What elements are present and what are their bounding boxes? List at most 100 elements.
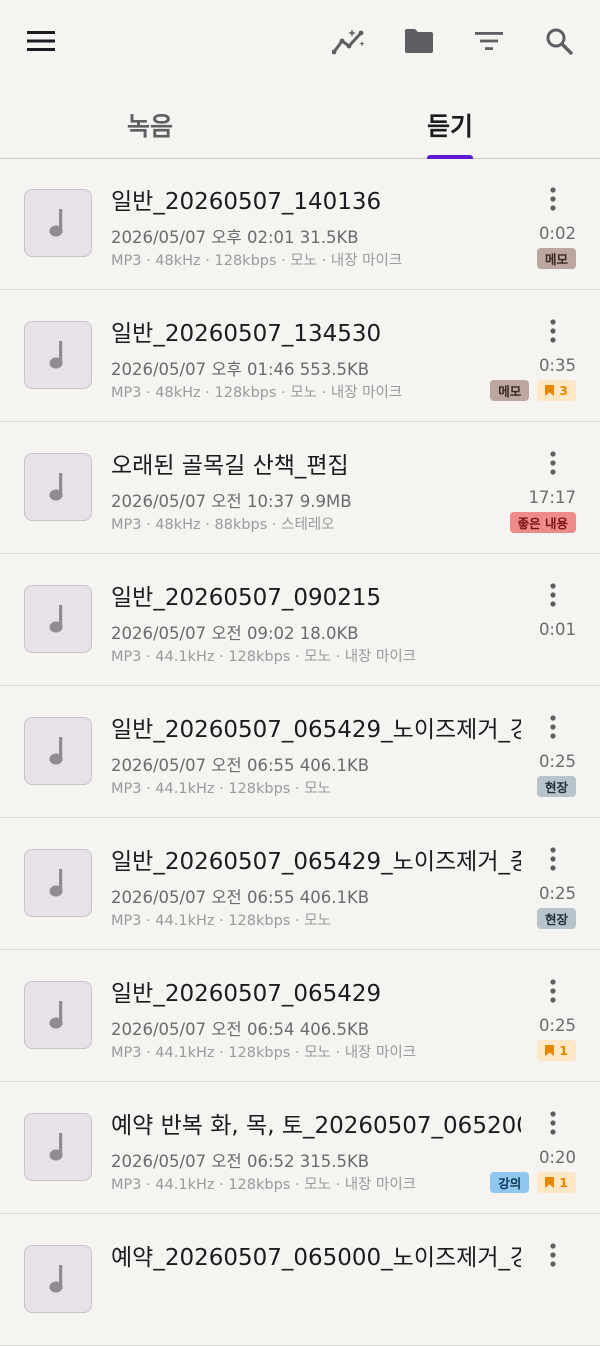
recording-title: 오래된 골목길 산책_편집 <box>111 453 349 479</box>
more-vert-icon <box>550 583 556 607</box>
more-options-button[interactable] <box>536 844 570 874</box>
tag-badge-memo: 메모 <box>490 380 530 401</box>
recording-duration: 0:25 <box>538 884 576 903</box>
music-note-icon <box>49 209 63 237</box>
recording-duration: 0:35 <box>538 356 576 375</box>
folder-icon <box>405 29 433 53</box>
bookmark-icon <box>545 385 555 396</box>
tag-badges: 1 <box>537 1040 576 1061</box>
recording-thumbnail <box>24 1245 92 1313</box>
more-vert-icon <box>550 979 556 1003</box>
recording-thumbnail <box>24 849 92 917</box>
tag-badges: 좋은 내용 <box>509 512 576 533</box>
more-vert-icon <box>550 715 556 739</box>
sparkle-chart-icon <box>332 29 365 55</box>
folder-button[interactable] <box>395 17 443 65</box>
recording-thumbnail <box>24 585 92 653</box>
filter-button[interactable] <box>465 17 513 65</box>
tag-badge-field: 현장 <box>536 776 576 797</box>
recording-row[interactable]: 일반_20260507_065429_노이즈제거_중 2026/05/07 오전 … <box>0 818 600 950</box>
tag-badges: 강의 1 <box>490 1172 576 1193</box>
search-icon <box>546 28 573 55</box>
recording-title: 일반_20260507_065429_노이즈제거_중 <box>111 849 521 875</box>
tab-listen[interactable]: 듣기 <box>300 92 600 158</box>
recording-row[interactable]: 예약 반복 화, 목, 토_20260507_065200 2026/05/07 … <box>0 1082 600 1214</box>
recording-row[interactable]: 일반_20260507_065429_노이즈제거_강 2026/05/07 오전 … <box>0 686 600 818</box>
more-options-button[interactable] <box>536 316 570 346</box>
more-options-button[interactable] <box>536 580 570 610</box>
tag-badges: 메모 3 <box>490 380 576 401</box>
recording-title: 일반_20260507_090215 <box>111 585 382 611</box>
recording-format-details: MP3 · 44.1kHz · 128kbps · 모노 <box>111 781 331 797</box>
recording-title: 일반_20260507_065429 <box>111 981 382 1007</box>
music-note-icon <box>49 869 63 897</box>
tag-badge-lecture: 강의 <box>490 1172 530 1193</box>
music-note-icon <box>49 473 63 501</box>
recording-row[interactable]: 일반_20260507_140136 2026/05/07 오후 02:01 31… <box>0 158 600 290</box>
recording-duration: 0:02 <box>538 224 576 243</box>
recording-title: 예약 반복 화, 목, 토_20260507_065200 <box>111 1113 521 1139</box>
recording-thumbnail <box>24 189 92 257</box>
recording-title: 예약_20260507_065000_노이즈제거_강 <box>111 1245 521 1271</box>
bookmark-count-badge: 1 <box>537 1172 576 1193</box>
recording-title: 일반_20260507_134530 <box>111 321 382 347</box>
recording-row[interactable]: 일반_20260507_134530 2026/05/07 오후 01:46 55… <box>0 290 600 422</box>
menu-icon <box>27 31 55 51</box>
recording-format-details: MP3 · 44.1kHz · 128kbps · 모노 · 내장 마이크 <box>111 1045 417 1061</box>
recording-thumbnail <box>24 321 92 389</box>
recording-row[interactable]: 오래된 골목길 산책_편집 2026/05/07 오전 10:37 9.9MB MP… <box>0 422 600 554</box>
recording-title: 일반_20260507_140136 <box>111 189 382 215</box>
recording-title: 일반_20260507_065429_노이즈제거_강 <box>111 717 521 743</box>
more-vert-icon <box>550 1243 556 1267</box>
bookmark-count: 1 <box>559 1175 568 1190</box>
recording-date-size: 2026/05/07 오전 06:55 406.1KB <box>111 756 370 775</box>
music-note-icon <box>49 605 63 633</box>
bookmark-count: 3 <box>559 383 568 398</box>
more-vert-icon <box>550 1111 556 1135</box>
tab-record[interactable]: 녹음 <box>0 92 300 158</box>
recording-thumbnail <box>24 981 92 1049</box>
recording-duration: 17:17 <box>528 488 576 507</box>
music-note-icon <box>49 1265 63 1293</box>
more-options-button[interactable] <box>536 712 570 742</box>
recording-date-size: 2026/05/07 오전 10:37 9.9MB <box>111 492 352 511</box>
more-options-button[interactable] <box>536 1240 570 1270</box>
tag-badge-good: 좋은 내용 <box>509 512 576 533</box>
recording-format-details: MP3 · 48kHz · 128kbps · 모노 · 내장 마이크 <box>111 253 403 269</box>
bookmark-count-badge: 3 <box>537 380 576 401</box>
recording-list: 일반_20260507_140136 2026/05/07 오후 02:01 31… <box>0 158 600 1346</box>
music-note-icon <box>49 1133 63 1161</box>
recording-thumbnail <box>24 1113 92 1181</box>
more-options-button[interactable] <box>536 184 570 214</box>
bookmark-icon <box>545 1177 555 1188</box>
recording-row[interactable]: 일반_20260507_090215 2026/05/07 오전 09:02 18… <box>0 554 600 686</box>
recording-row[interactable]: 예약_20260507_065000_노이즈제거_강 <box>0 1214 600 1346</box>
recording-format-details: MP3 · 44.1kHz · 128kbps · 모노 <box>111 913 331 929</box>
bookmark-count-badge: 1 <box>537 1040 576 1061</box>
music-note-icon <box>49 1001 63 1029</box>
more-vert-icon <box>550 319 556 343</box>
tab-bar: 녹음 듣기 <box>0 92 600 159</box>
more-options-button[interactable] <box>536 1108 570 1138</box>
recording-duration: 0:01 <box>538 620 576 639</box>
recording-row[interactable]: 일반_20260507_065429 2026/05/07 오전 06:54 40… <box>0 950 600 1082</box>
recording-format-details: MP3 · 48kHz · 88kbps · 스테레오 <box>111 517 335 533</box>
tag-badge-memo: 메모 <box>536 248 576 269</box>
tag-badges: 현장 <box>536 908 576 929</box>
more-vert-icon <box>550 847 556 871</box>
recording-format-details: MP3 · 44.1kHz · 128kbps · 모노 · 내장 마이크 <box>111 649 417 665</box>
recording-date-size: 2026/05/07 오전 06:55 406.1KB <box>111 888 370 907</box>
analytics-button[interactable] <box>325 17 373 65</box>
menu-button[interactable] <box>17 17 65 65</box>
more-options-button[interactable] <box>536 976 570 1006</box>
music-note-icon <box>49 737 63 765</box>
tag-badge-field: 현장 <box>536 908 576 929</box>
recording-duration: 0:25 <box>538 752 576 771</box>
recording-date-size: 2026/05/07 오후 02:01 31.5KB <box>111 228 359 247</box>
more-options-button[interactable] <box>536 448 570 478</box>
recording-date-size: 2026/05/07 오전 06:54 406.5KB <box>111 1020 370 1039</box>
tab-record-label: 녹음 <box>126 112 173 141</box>
search-button[interactable] <box>535 17 583 65</box>
recording-format-details: MP3 · 44.1kHz · 128kbps · 모노 · 내장 마이크 <box>111 1177 417 1193</box>
recording-date-size: 2026/05/07 오전 09:02 18.0KB <box>111 624 359 643</box>
